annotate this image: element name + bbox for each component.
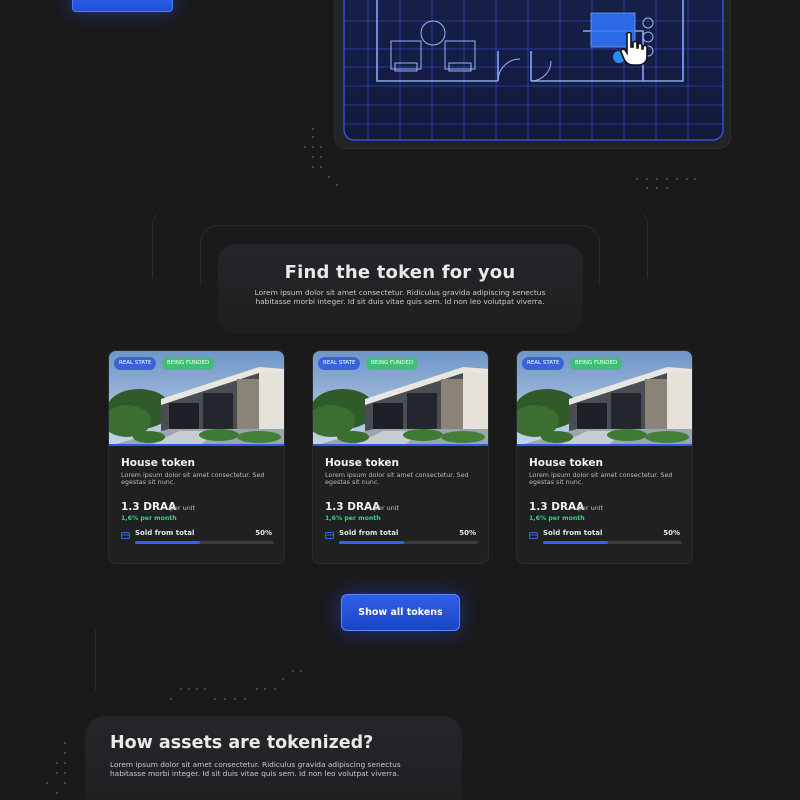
section-title: Find the token for you [284, 262, 516, 283]
sold-percent: 50% [459, 529, 476, 537]
sold-label: Sold from total [135, 529, 195, 537]
how-tokenized-panel [85, 716, 462, 800]
house-photo: REAL STATE BEING FUNDED [109, 351, 284, 446]
sold-label: Sold from total [339, 529, 399, 537]
section-description: Lorem ipsum dolor sit amet consectetur. … [254, 288, 546, 306]
sold-progress-fill [135, 541, 201, 544]
card-title: House token [325, 457, 400, 469]
card-title: House token [529, 457, 604, 469]
hand-cursor-icon [620, 31, 648, 66]
floor-plan-illustration [343, 0, 724, 141]
token-card[interactable]: REAL STATE BEING FUNDED House token Lore… [516, 350, 693, 564]
category-badge: REAL STATE [522, 357, 565, 370]
sold-percent: 50% [663, 529, 680, 537]
sold-progress-bar [135, 541, 274, 544]
dot-pattern [170, 670, 310, 710]
hero-cta-button[interactable] [72, 0, 173, 12]
category-badge: REAL STATE [318, 357, 361, 370]
house-photo: REAL STATE BEING FUNDED [517, 351, 692, 446]
sold-label: Sold from total [543, 529, 603, 537]
status-badge: BEING FUNDED [570, 357, 623, 370]
card-price: 1.3 DRAA [529, 501, 585, 513]
card-price-unit: per unit [170, 504, 196, 512]
section-title: How assets are tokenized? [110, 733, 374, 753]
card-description: Lorem ipsum dolor sit amet consectetur. … [529, 471, 673, 487]
card-price-unit: per unit [578, 504, 604, 512]
sold-percent: 50% [255, 529, 272, 537]
token-card[interactable]: REAL STATE BEING FUNDED House token Lore… [108, 350, 285, 564]
dot-pattern [46, 742, 76, 800]
wallet-icon [529, 532, 538, 539]
dot-pattern [636, 176, 700, 192]
sold-progress-bar [543, 541, 682, 544]
show-all-tokens-button[interactable]: Show all tokens [341, 594, 460, 631]
card-yield: 1,6% per month [529, 515, 585, 522]
status-badge: BEING FUNDED [162, 357, 215, 370]
dot-pattern [298, 128, 348, 188]
card-yield: 1,6% per month [121, 515, 177, 522]
card-title: House token [121, 457, 196, 469]
card-price-unit: per unit [374, 504, 400, 512]
sold-progress-fill [543, 541, 609, 544]
house-photo: REAL STATE BEING FUNDED [313, 351, 488, 446]
card-yield: 1,6% per month [325, 515, 381, 522]
wallet-icon [121, 532, 130, 539]
card-price: 1.3 DRAA [325, 501, 381, 513]
card-description: Lorem ipsum dolor sit amet consectetur. … [121, 471, 265, 487]
section-description: Lorem ipsum dolor sit amet consectetur. … [110, 760, 401, 778]
sold-progress-fill [339, 541, 405, 544]
floor-plan-card [334, 0, 731, 149]
sold-progress-bar [339, 541, 478, 544]
category-badge: REAL STATE [114, 357, 157, 370]
token-card[interactable]: REAL STATE BEING FUNDED House token Lore… [312, 350, 489, 564]
connector-line [95, 630, 96, 690]
card-price: 1.3 DRAA [121, 501, 177, 513]
wallet-icon [325, 532, 334, 539]
card-description: Lorem ipsum dolor sit amet consectetur. … [325, 471, 469, 487]
status-badge: BEING FUNDED [366, 357, 419, 370]
